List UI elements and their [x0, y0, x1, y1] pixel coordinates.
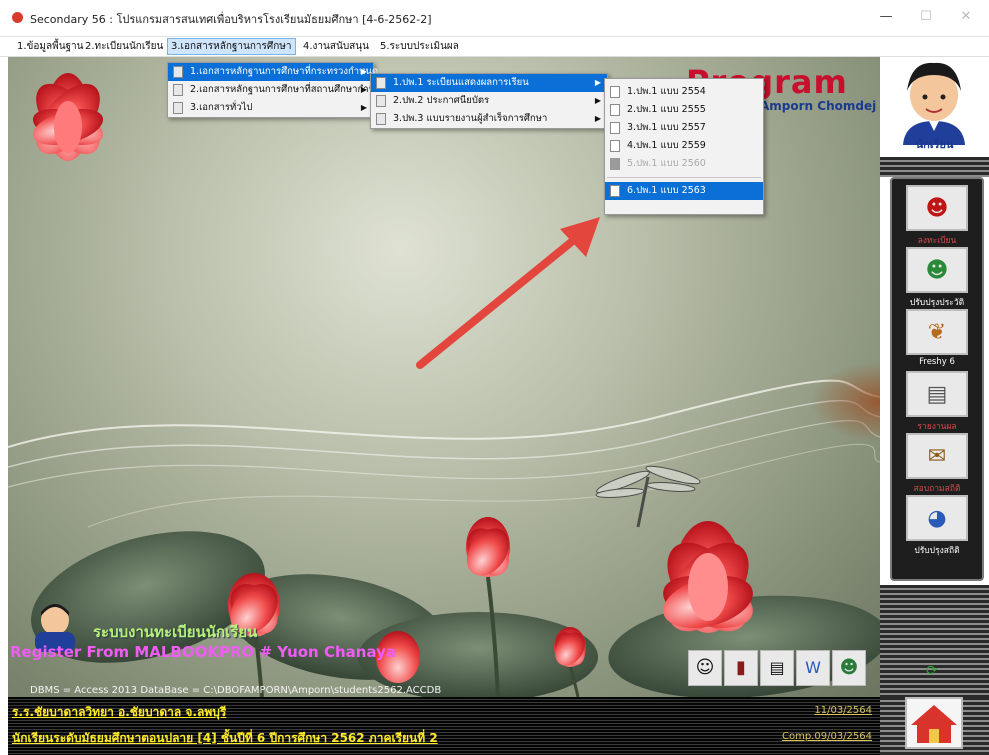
author-name: Amporn Chomdej	[760, 99, 877, 113]
right-panel: นักเรียน ☻ ลงทะเบียน ☻ ปรับปรุงประวัติ ❦…	[880, 57, 989, 697]
panel-stripes	[880, 157, 989, 177]
menu-item-pp1-2559[interactable]: 4.ปพ.1 แบบ 2559	[605, 137, 763, 155]
student-red-icon: ☻	[925, 195, 949, 221]
menu-basic-data[interactable]: 1.ข้อมูลพื้นฐาน	[14, 39, 87, 54]
menu-item-ministry-docs[interactable]: 1.เอกสารหลักฐานการศึกษาที่กระทรวงกำหนด ▶	[168, 63, 378, 81]
menu-pp-dropdown: 1.ปพ.1 ระเบียนแสดงผลการเรียน ▶ 2.ปพ.2 ประ…	[370, 73, 608, 129]
menu-item-school-docs[interactable]: 2.เอกสารหลักฐานการศึกษาที่สถานศึกษากำหนด…	[168, 81, 388, 99]
menu-education-documents[interactable]: 3.เอกสารหลักฐานการศึกษา	[167, 38, 296, 55]
document-icon	[610, 122, 620, 134]
document-icon	[610, 158, 620, 170]
menu-item-pp1-2563[interactable]: 6.ปพ.1 แบบ 2563	[605, 182, 763, 200]
refresh-icon[interactable]: ⟳	[926, 663, 938, 679]
tool-label: สอบถามสถิติ	[913, 484, 961, 494]
tool-strip: ☻ ลงทะเบียน ☻ ปรับปรุงประวัติ ❦ Freshy 6…	[890, 177, 984, 581]
tool-label: ลงทะเบียน	[917, 236, 957, 246]
document-icon	[173, 102, 183, 114]
current-date: 11/03/2564	[814, 705, 872, 716]
menu-separator	[607, 177, 761, 178]
document-icon	[610, 185, 620, 197]
dbms-line: DBMS = Access 2013 DataBase = C:\DBOFAMP…	[30, 685, 442, 696]
document-icon	[376, 113, 386, 125]
menu-documents-dropdown: 1.เอกสารหลักฐานการศึกษาที่กระทรวงกำหนด ▶ …	[167, 62, 388, 118]
menu-item-pp1-2560: 5.ปพ.1 แบบ 2560	[605, 155, 763, 173]
computer-date: Comp.09/03/2564	[781, 731, 872, 742]
lotus-flower-icon	[466, 517, 510, 577]
menu-item-pp2[interactable]: 2.ปพ.2 ประกาศนียบัตร ▶	[371, 92, 607, 110]
dragonfly-icon	[595, 465, 701, 528]
menu-pp1-versions-dropdown: 1.ปพ.1 แบบ 2554 2.ปพ.1 แบบ 2555 3.ปพ.1 แ…	[604, 78, 764, 215]
document-icon	[610, 86, 620, 98]
close-button[interactable]: ✕	[946, 4, 986, 30]
document-icon	[376, 95, 386, 107]
book-quick-icon[interactable]: ▮	[724, 650, 758, 686]
document-icon	[173, 66, 183, 78]
panel-title: นักเรียน	[915, 138, 954, 151]
menu-item-pp1-2557[interactable]: 3.ปพ.1 แบบ 2557	[605, 119, 763, 137]
home-icon	[911, 705, 957, 743]
butterfly-icon: ❦	[927, 319, 947, 345]
menu-support[interactable]: 4.งานสนับสนุน	[300, 39, 372, 54]
menu-bar: 1.ข้อมูลพื้นฐาน 2.ทะเบียนนักเรียน 3.เอกส…	[0, 37, 989, 57]
user-quick-icon[interactable]: ☻	[832, 650, 866, 686]
document-icon	[173, 84, 183, 96]
panel-stripes	[880, 585, 989, 697]
chart-icon: ◕	[927, 505, 947, 531]
home-button[interactable]	[905, 697, 963, 749]
freshy-button[interactable]: ❦	[906, 309, 968, 355]
menu-student-registry[interactable]: 2.ทะเบียนนักเรียน	[82, 39, 166, 54]
tool-label: รายงานผล	[917, 422, 957, 432]
class-level: นักเรียนระดับมัธยมศึกษาตอนปลาย [4] ชั้นป…	[12, 731, 438, 745]
register-line: Register From MALBOOKPRO # Yuon Chanaya	[10, 643, 397, 661]
update-statistics-button[interactable]: ◕	[906, 495, 968, 541]
register-student-button[interactable]: ☻	[906, 185, 968, 231]
student-avatar-icon	[903, 62, 965, 145]
lotus-logo-icon	[32, 73, 104, 161]
document-icon	[376, 77, 386, 89]
menu-item-pp1-2555[interactable]: 2.ปพ.1 แบบ 2555	[605, 101, 763, 119]
minimize-button[interactable]: —	[866, 4, 906, 30]
page-quick-icon[interactable]: ▤	[760, 650, 794, 686]
quick-toolbar: ☺ ▮ ▤ W ☻	[688, 650, 878, 690]
window-title: Secondary 56 : โปรแกรมสารสนเทศเพื่อบริหา…	[30, 13, 432, 26]
tool-label: ปรับปรุงสถิติ	[914, 546, 960, 556]
menu-evaluation[interactable]: 5.ระบบประเมินผล	[377, 39, 462, 54]
system-title: ระบบงานทะเบียนนักเรียน	[93, 623, 258, 641]
document-icon: ▤	[926, 381, 948, 407]
word-quick-icon[interactable]: W	[796, 650, 830, 686]
maximize-button[interactable]: ☐	[906, 4, 946, 30]
document-icon	[610, 140, 620, 152]
tool-label: ปรับปรุงประวัติ	[909, 298, 965, 308]
certificate-icon: ✉	[927, 443, 947, 469]
menu-item-pp1-2554[interactable]: 1.ปพ.1 แบบ 2554	[605, 83, 763, 101]
title-bar: Secondary 56 : โปรแกรมสารสนเทศเพื่อบริหา…	[0, 0, 989, 37]
update-profile-button[interactable]: ☻	[906, 247, 968, 293]
student-green-icon: ☻	[925, 257, 949, 283]
statistics-query-button[interactable]: ✉	[906, 433, 968, 479]
app-icon	[12, 12, 23, 23]
menu-item-pp3[interactable]: 3.ปพ.3 แบบรายงานผู้สำเร็จการศึกษา ▶	[371, 110, 607, 128]
student-quick-icon[interactable]: ☺	[688, 650, 722, 686]
document-icon	[610, 104, 620, 116]
status-bar: ร.ร.ชัยบาดาลวิทยา อ.ชัยบาดาล จ.ลพบุรี นั…	[8, 697, 880, 755]
menu-item-general-docs[interactable]: 3.เอกสารทั่วไป ▶	[168, 99, 373, 117]
red-arrow-pointer	[416, 217, 600, 369]
school-name: ร.ร.ชัยบาดาลวิทยา อ.ชัยบาดาล จ.ลพบุรี	[12, 705, 227, 719]
tool-label: Freshy 6	[919, 357, 955, 367]
report-button[interactable]: ▤	[906, 371, 968, 417]
menu-item-pp1[interactable]: 1.ปพ.1 ระเบียนแสดงผลการเรียน ▶	[371, 74, 607, 92]
